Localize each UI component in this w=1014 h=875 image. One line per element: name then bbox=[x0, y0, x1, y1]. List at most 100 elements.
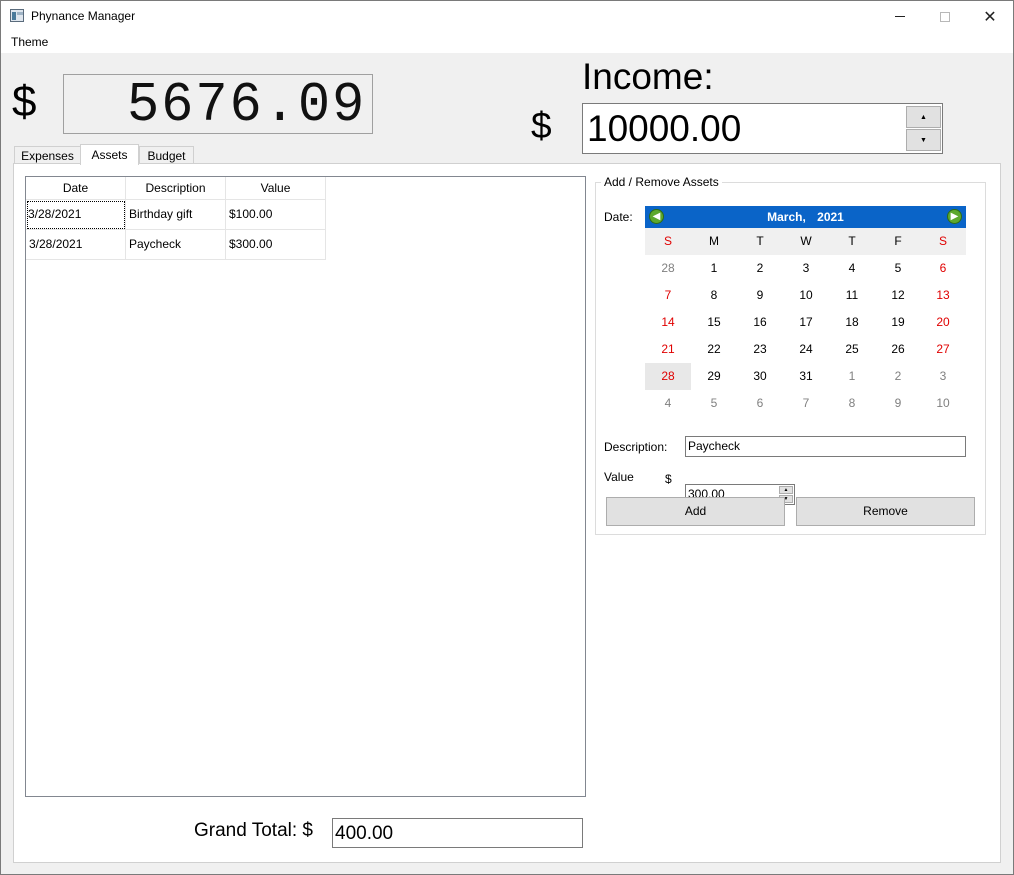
weekday-label: T bbox=[756, 234, 764, 248]
calendar-day[interactable]: 11 bbox=[829, 282, 875, 309]
calendar-day[interactable]: 20 bbox=[920, 309, 966, 336]
date-calendar[interactable]: March, 2021 ◀ ▶ S M T W T F S 28 1 2 3 4 5 6 7 8… bbox=[645, 206, 966, 419]
value-label: Value bbox=[604, 470, 634, 484]
value-increment-button[interactable]: ▲ bbox=[779, 486, 793, 494]
calendar-day[interactable]: 23 bbox=[737, 336, 783, 363]
calendar-day[interactable]: 6 bbox=[920, 255, 966, 282]
calendar-day[interactable]: 6 bbox=[737, 390, 783, 417]
calendar-day[interactable]: 5 bbox=[691, 390, 737, 417]
income-currency-label: $ bbox=[531, 105, 552, 146]
close-button[interactable]: ✕ bbox=[967, 1, 1013, 32]
weekday-label: T bbox=[848, 234, 856, 248]
calendar-day[interactable]: 2 bbox=[737, 255, 783, 282]
income-label: Income: bbox=[582, 56, 714, 97]
table-cell-value[interactable]: $100.00 bbox=[226, 200, 326, 230]
calendar-day[interactable]: 8 bbox=[829, 390, 875, 417]
table-cell-description[interactable]: Birthday gift bbox=[126, 200, 226, 230]
calendar-day[interactable]: 10 bbox=[783, 282, 829, 309]
arrow-up-icon: ▲ bbox=[783, 487, 789, 493]
remove-button[interactable]: Remove bbox=[796, 497, 975, 526]
calendar-day[interactable]: 10 bbox=[920, 390, 966, 417]
calendar-day[interactable]: 31 bbox=[783, 363, 829, 390]
calendar-year[interactable]: 2021 bbox=[817, 210, 844, 224]
app-icon bbox=[10, 9, 24, 22]
table-cell-date[interactable]: 3/28/2021 bbox=[26, 200, 126, 230]
calendar-day[interactable]: 14 bbox=[645, 309, 691, 336]
balance-lcd-display: 5676.09 bbox=[63, 74, 373, 134]
description-field[interactable]: Paycheck bbox=[685, 436, 966, 457]
table-cell-date[interactable]: 3/28/2021 bbox=[26, 230, 126, 260]
column-header-description[interactable]: Description bbox=[126, 177, 226, 200]
calendar-weekday-row: S M T W T F S bbox=[645, 228, 966, 255]
column-header-value[interactable]: Value bbox=[226, 177, 326, 200]
calendar-day[interactable]: 1 bbox=[691, 255, 737, 282]
value-currency-label: $ bbox=[665, 472, 672, 486]
weekday-label: W bbox=[800, 234, 812, 248]
assets-table[interactable]: Date Description Value 3/28/2021 Birthda… bbox=[25, 176, 586, 797]
column-header-date[interactable]: Date bbox=[26, 177, 126, 200]
maximize-button[interactable] bbox=[922, 1, 968, 32]
calendar-day[interactable]: 7 bbox=[783, 390, 829, 417]
add-button[interactable]: Add bbox=[606, 497, 785, 526]
table-cell-description[interactable]: Paycheck bbox=[126, 230, 226, 260]
add-remove-assets-group: Add / Remove Assets Date: March, 2021 ◀ … bbox=[595, 175, 986, 535]
calendar-day[interactable]: 4 bbox=[645, 390, 691, 417]
calendar-day[interactable]: 19 bbox=[875, 309, 921, 336]
assets-tab-pane: Date Description Value 3/28/2021 Birthda… bbox=[13, 163, 1001, 863]
date-label: Date: bbox=[604, 210, 633, 224]
table-cell-value[interactable]: $300.00 bbox=[226, 230, 326, 260]
calendar-day[interactable]: 28 bbox=[645, 255, 691, 282]
calendar-day[interactable]: 17 bbox=[783, 309, 829, 336]
calendar-day[interactable]: 21 bbox=[645, 336, 691, 363]
calendar-day[interactable]: 26 bbox=[875, 336, 921, 363]
calendar-day[interactable]: 9 bbox=[875, 390, 921, 417]
minimize-button[interactable] bbox=[877, 1, 923, 32]
app-window: Phynance Manager ✕ Theme $ 5676.09 Incom… bbox=[0, 0, 1014, 875]
calendar-day[interactable]: 30 bbox=[737, 363, 783, 390]
calendar-day[interactable]: 7 bbox=[645, 282, 691, 309]
window-title: Phynance Manager bbox=[31, 9, 136, 23]
calendar-day[interactable]: 22 bbox=[691, 336, 737, 363]
calendar-day[interactable]: 16 bbox=[737, 309, 783, 336]
income-decrement-button[interactable]: ▼ bbox=[906, 129, 941, 151]
calendar-day[interactable]: 28 bbox=[645, 363, 691, 390]
menu-theme[interactable]: Theme bbox=[10, 35, 49, 49]
grand-total-field[interactable]: 400.00 bbox=[332, 818, 583, 848]
arrow-right-icon: ▶ bbox=[950, 211, 959, 222]
calendar-day[interactable]: 13 bbox=[920, 282, 966, 309]
calendar-day[interactable]: 4 bbox=[829, 255, 875, 282]
calendar-day[interactable]: 12 bbox=[875, 282, 921, 309]
income-value[interactable]: 10000.00 bbox=[587, 109, 741, 149]
calendar-day[interactable]: 5 bbox=[875, 255, 921, 282]
calendar-day[interactable]: 24 bbox=[783, 336, 829, 363]
income-spinbox[interactable]: 10000.00 ▲ ▼ bbox=[582, 103, 943, 154]
group-title: Add / Remove Assets bbox=[601, 175, 722, 189]
calendar-day[interactable]: 2 bbox=[875, 363, 921, 390]
calendar-header: March, 2021 ◀ ▶ bbox=[645, 206, 966, 228]
calendar-day[interactable]: 8 bbox=[691, 282, 737, 309]
calendar-prev-month-button[interactable]: ◀ bbox=[649, 209, 664, 224]
calendar-day[interactable]: 15 bbox=[691, 309, 737, 336]
calendar-next-month-button[interactable]: ▶ bbox=[947, 209, 962, 224]
calendar-day[interactable]: 25 bbox=[829, 336, 875, 363]
weekday-label: F bbox=[894, 234, 902, 248]
maximize-icon bbox=[940, 11, 950, 22]
grand-total-label: Grand Total: $ bbox=[194, 820, 314, 841]
arrow-down-icon: ▼ bbox=[920, 136, 927, 144]
grand-total-value[interactable]: 400.00 bbox=[335, 823, 393, 845]
calendar-day[interactable]: 9 bbox=[737, 282, 783, 309]
calendar-month[interactable]: March, bbox=[767, 210, 806, 224]
minimize-icon bbox=[895, 16, 905, 17]
income-increment-button[interactable]: ▲ bbox=[906, 106, 941, 128]
calendar-day[interactable]: 1 bbox=[829, 363, 875, 390]
close-icon: ✕ bbox=[983, 8, 997, 26]
balance-value: 5676.09 bbox=[126, 73, 366, 137]
calendar-day[interactable]: 18 bbox=[829, 309, 875, 336]
calendar-day[interactable]: 27 bbox=[920, 336, 966, 363]
calendar-day[interactable]: 3 bbox=[783, 255, 829, 282]
calendar-day[interactable]: 29 bbox=[691, 363, 737, 390]
tab-assets[interactable]: Assets bbox=[80, 144, 139, 165]
calendar-day[interactable]: 3 bbox=[920, 363, 966, 390]
arrow-left-icon: ◀ bbox=[652, 211, 661, 222]
weekday-label: S bbox=[663, 234, 672, 248]
